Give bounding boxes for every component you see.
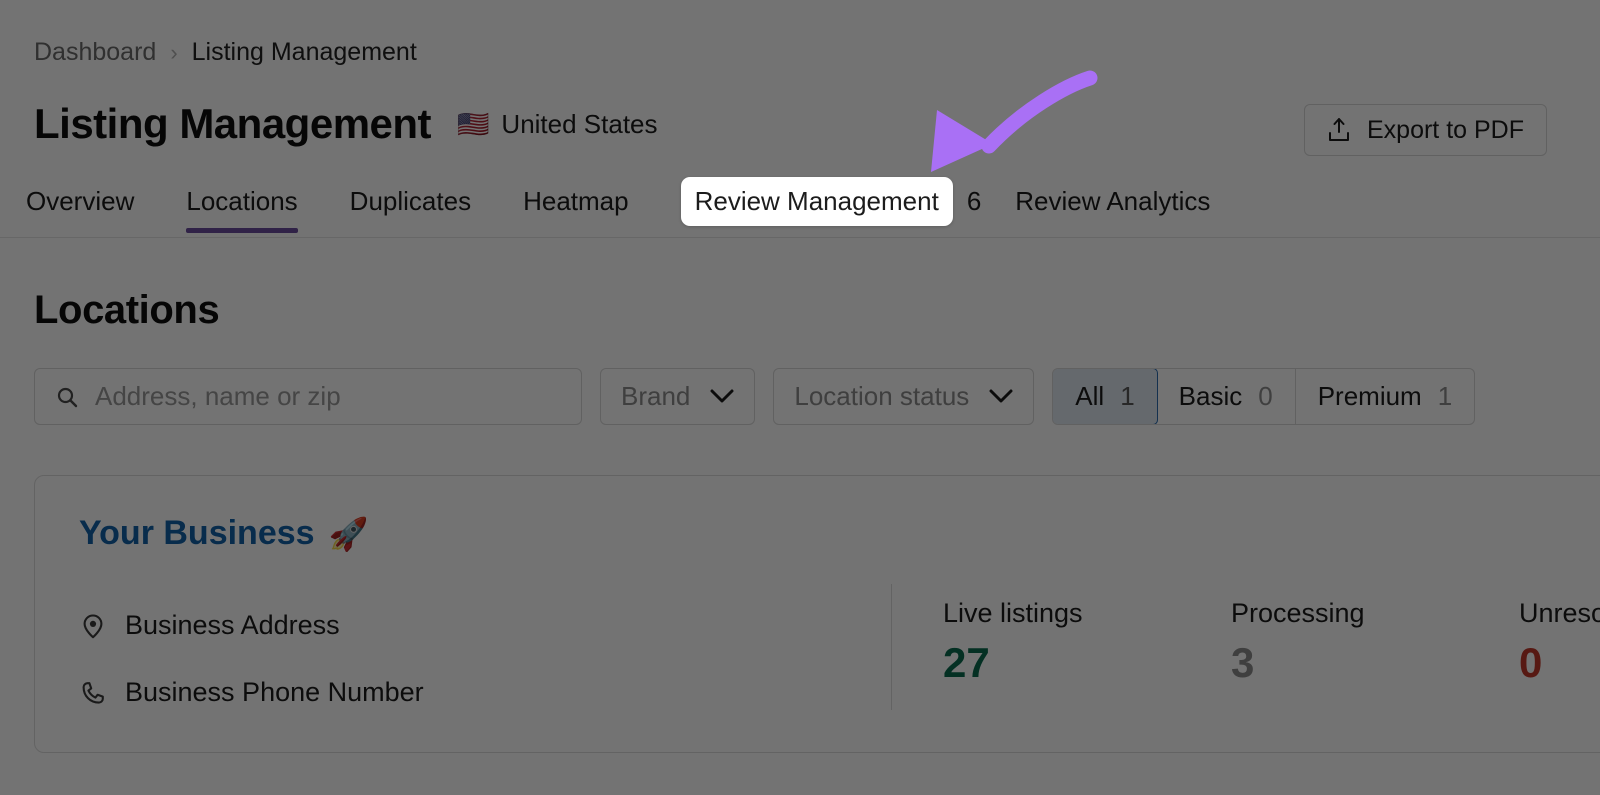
stat-live-listings: Live listings 27 (943, 598, 1231, 687)
business-name-row[interactable]: Your Business 🚀 (79, 514, 368, 553)
page-title: Listing Management (34, 100, 432, 147)
segment-premium-label: Premium (1317, 381, 1422, 411)
location-status-filter-dropdown[interactable]: Location status (773, 368, 1035, 425)
tab-heatmap[interactable]: Heatmap (523, 186, 629, 233)
location-pin-icon (83, 613, 103, 638)
plan-segmented-control: All 1 Basic 0 Premium 1 (1052, 368, 1476, 425)
stat-unresolved-label: Unresolved (1519, 598, 1600, 628)
breadcrumb-item-listing-management[interactable]: Listing Management (192, 38, 417, 67)
search-icon (57, 387, 78, 407)
chevron-down-icon (710, 389, 734, 403)
us-flag-icon: 🇺🇸 (457, 109, 490, 139)
tab-locations-label: Locations (186, 186, 298, 216)
tab-duplicates-label: Duplicates (349, 186, 472, 216)
section-title: Locations (34, 288, 220, 332)
segment-all-count: 1 (1120, 381, 1135, 411)
business-address-row: Business Address (79, 610, 340, 641)
tab-review-management[interactable]: Review Management (680, 177, 953, 226)
breadcrumb-item-dashboard[interactable]: Dashboard (34, 38, 156, 67)
chevron-right-icon: › (170, 39, 178, 65)
tab-duplicates[interactable]: Duplicates (350, 186, 471, 233)
filter-bar: Brand Location status All 1 Basic 0 Prem… (34, 368, 1476, 425)
tab-heatmap-label: Heatmap (523, 186, 629, 216)
review-management-count-badge: 6 (966, 186, 982, 216)
segment-basic-label: Basic (1178, 381, 1243, 411)
segment-basic[interactable]: Basic 0 (1157, 369, 1296, 424)
stat-live-listings-label: Live listings (943, 598, 1083, 628)
tab-overview-label: Overview (26, 186, 135, 216)
chevron-down-icon (989, 389, 1013, 403)
rocket-emoji-icon: 🚀 (328, 515, 369, 552)
brand-filter-dropdown[interactable]: Brand (600, 368, 756, 425)
tab-bar: Overview Locations Duplicates Heatmap Re… (0, 177, 1600, 238)
search-input[interactable] (95, 381, 561, 412)
tab-review-analytics[interactable]: Review Analytics (1015, 186, 1210, 233)
page-title-row: Listing Management 🇺🇸 United States (34, 100, 658, 148)
brand-filter-label: Brand (621, 381, 691, 411)
business-phone-row: Business Phone Number (79, 677, 424, 708)
export-to-pdf-button[interactable]: Export to PDF (1304, 104, 1547, 156)
listing-stats: Live listings 27 Processing 3 Unresolved… (943, 598, 1600, 687)
tab-review-management-label: Review Management (694, 186, 939, 216)
business-name: Your Business (79, 514, 315, 552)
country-label: United States (501, 108, 658, 139)
segment-all[interactable]: All 1 (1053, 369, 1158, 424)
stat-live-listings-value: 27 (943, 639, 990, 686)
segment-basic-count: 0 (1258, 381, 1273, 411)
tab-overview[interactable]: Overview (26, 186, 134, 233)
segment-premium-count: 1 (1437, 381, 1453, 411)
location-status-filter-label: Location status (794, 381, 970, 411)
stat-processing: Processing 3 (1231, 598, 1519, 687)
breadcrumb: Dashboard › Listing Management (34, 38, 417, 67)
segment-premium[interactable]: Premium 1 (1296, 369, 1474, 424)
business-address-label: Business Address (125, 610, 340, 640)
country-selector[interactable]: 🇺🇸 United States (457, 109, 657, 140)
export-upload-icon (1329, 118, 1349, 141)
stat-processing-label: Processing (1231, 598, 1365, 628)
export-to-pdf-label: Export to PDF (1367, 115, 1524, 144)
business-phone-label: Business Phone Number (125, 677, 424, 707)
stat-processing-value: 3 (1231, 639, 1255, 686)
tab-review-analytics-label: Review Analytics (1015, 186, 1211, 216)
search-box[interactable] (34, 368, 582, 425)
listing-management-page: Dashboard › Listing Management Listing M… (0, 0, 1600, 795)
stat-unresolved-value: 0 (1519, 639, 1543, 686)
phone-icon (82, 681, 104, 704)
business-location-card[interactable]: Your Business 🚀 Business Address Busines… (34, 475, 1600, 753)
tab-locations[interactable]: Locations (186, 186, 298, 233)
stat-unresolved: Unresolved 0 (1519, 598, 1600, 687)
card-divider (891, 584, 892, 710)
segment-all-label: All (1075, 381, 1105, 411)
